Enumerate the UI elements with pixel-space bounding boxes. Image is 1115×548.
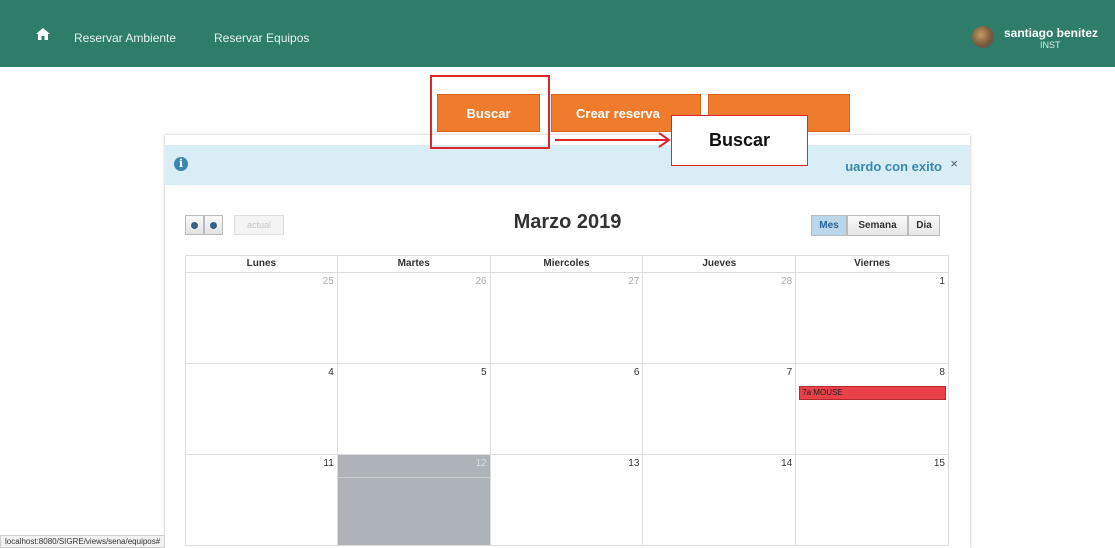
day-number: 12 — [475, 458, 487, 469]
day-number: 15 — [933, 458, 945, 469]
arrow-icon — [555, 132, 671, 148]
day-cell[interactable]: 11 — [185, 455, 338, 546]
weekday-header: Jueves — [643, 255, 797, 273]
day-number: 6 — [633, 367, 640, 378]
day-cell[interactable]: 27 — [490, 273, 644, 364]
avatar[interactable] — [972, 26, 994, 48]
day-cell[interactable]: 5 — [337, 364, 491, 455]
user-name[interactable]: santiago benitez — [1004, 26, 1098, 40]
day-number: 13 — [628, 458, 640, 469]
close-icon[interactable]: × — [950, 156, 958, 171]
day-number: 25 — [322, 276, 334, 287]
day-cell[interactable]: 25 — [185, 273, 338, 364]
nav-link-reservar-equipos[interactable]: Reservar Equipos — [214, 31, 309, 45]
annotation-callout: Buscar — [671, 115, 808, 166]
view-switcher: Mes Semana Dia — [811, 215, 940, 236]
home-icon[interactable] — [36, 27, 50, 43]
divider — [337, 477, 490, 478]
day-cell[interactable]: 28 — [643, 273, 797, 364]
weekday-header: Viernes — [796, 255, 949, 273]
day-number: 11 — [323, 458, 334, 469]
day-cell[interactable]: 13 — [490, 455, 644, 546]
day-cell[interactable]: 7 — [643, 364, 797, 455]
view-week-button[interactable]: Semana — [847, 215, 908, 236]
success-alert: i uardo con exito × — [165, 145, 970, 185]
day-cell[interactable]: 4 — [185, 364, 338, 455]
day-cell[interactable]: 6 — [490, 364, 644, 455]
day-cell[interactable]: 8 7a MOUSE — [796, 364, 949, 455]
nav-link-reservar-ambiente[interactable]: Reservar Ambiente — [74, 31, 176, 45]
day-cell[interactable]: 14 — [643, 455, 797, 546]
weekday-header: Lunes — [185, 255, 338, 273]
day-number: 26 — [475, 276, 487, 287]
day-number: 5 — [481, 367, 487, 378]
calendar-event[interactable]: 7a MOUSE — [799, 386, 947, 400]
day-number: 7 — [786, 367, 793, 378]
top-navbar: Reservar Ambiente Reservar Equipos santi… — [0, 0, 1115, 67]
day-cell-today[interactable]: 12 — [337, 455, 491, 546]
weekday-header: Martes — [337, 255, 491, 273]
day-number: 28 — [781, 276, 793, 287]
day-cell[interactable]: 26 — [337, 273, 491, 364]
month-grid: Lunes Martes Miercoles Jueves Viernes 25… — [185, 255, 949, 546]
day-number: 4 — [328, 367, 334, 378]
day-cell[interactable]: 15 — [796, 455, 949, 546]
week-row: 11 12 13 14 15 — [185, 455, 949, 546]
week-row: 25 26 27 28 1 — [185, 273, 949, 364]
day-number: 8 — [939, 367, 945, 378]
week-row: 4 5 6 7 8 7a MOUSE — [185, 364, 949, 455]
info-icon: i — [174, 157, 188, 171]
weekday-header-row: Lunes Martes Miercoles Jueves Viernes — [185, 255, 949, 273]
day-cell[interactable]: 1 — [796, 273, 949, 364]
view-month-button[interactable]: Mes — [811, 215, 847, 236]
user-role: INST — [1040, 40, 1061, 50]
day-number: 27 — [628, 276, 640, 287]
view-day-button[interactable]: Dia — [908, 215, 940, 236]
calendar-panel: i uardo con exito × actual Marzo 2019 Me… — [165, 135, 970, 548]
status-url: localhost:8080/SIGRE/views/sena/equipos# — [0, 535, 166, 548]
alert-message: uardo con exito — [845, 159, 942, 174]
day-number: 1 — [939, 276, 945, 287]
day-number: 14 — [781, 458, 793, 469]
weekday-header: Miercoles — [490, 255, 644, 273]
highlight-box — [430, 75, 550, 149]
